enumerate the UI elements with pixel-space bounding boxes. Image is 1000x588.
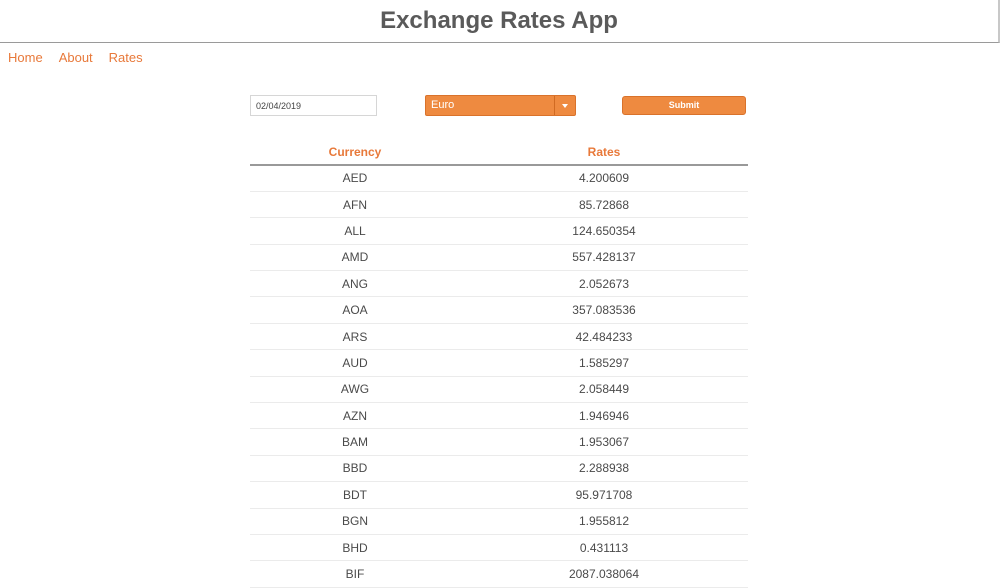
page: Exchange Rates App Home About Rates Euro… — [0, 0, 1000, 588]
table-row: BGN 1.955812 — [250, 508, 748, 535]
rate-cell: 124.650354 — [460, 217, 748, 245]
rate-cell: 1.946946 — [460, 402, 748, 430]
rate-cell: 95.971708 — [460, 481, 748, 509]
table-row: BHD 0.431113 — [250, 534, 748, 562]
currency-cell: AWG — [250, 376, 460, 404]
chevron-down-icon — [562, 103, 568, 108]
currency-select[interactable]: Euro — [425, 95, 576, 116]
currency-select-value: Euro — [431, 99, 455, 111]
currency-cell: BIF — [250, 560, 460, 588]
rate-cell: 1.585297 — [460, 349, 748, 377]
rate-cell: 4.200609 — [460, 165, 748, 192]
rate-cell: 0.431113 — [460, 534, 748, 562]
main-nav: Home About Rates — [8, 50, 159, 65]
rate-cell: 2.288938 — [460, 455, 748, 483]
nav-link-about[interactable]: About — [59, 50, 93, 65]
table-header-row: Currency Rates — [250, 139, 748, 166]
table-row: AWG 2.058449 — [250, 376, 748, 404]
currency-cell: AUD — [250, 349, 460, 377]
currency-cell: ARS — [250, 323, 460, 351]
table-row: AED 4.200609 — [250, 165, 748, 192]
nav-link-rates[interactable]: Rates — [109, 50, 143, 65]
rate-cell: 357.083536 — [460, 296, 748, 324]
nav-link-home[interactable]: Home — [8, 50, 43, 65]
table-row: BDT 95.971708 — [250, 481, 748, 509]
app-header: Exchange Rates App — [0, 0, 1000, 43]
rate-cell: 85.72868 — [460, 191, 748, 219]
rate-cell: 1.955812 — [460, 508, 748, 535]
column-header-rates: Rates — [460, 139, 748, 166]
table-row: AZN 1.946946 — [250, 402, 748, 430]
table-row: AOA 357.083536 — [250, 296, 748, 324]
table-row: AFN 85.72868 — [250, 191, 748, 219]
rate-cell: 1.953067 — [460, 428, 748, 456]
currency-cell: BGN — [250, 508, 460, 535]
rate-cell: 2.052673 — [460, 270, 748, 298]
rates-table: Currency Rates AED 4.200609 AFN 85.72868… — [250, 139, 748, 588]
date-input[interactable] — [250, 95, 377, 116]
dropdown-toggle[interactable] — [554, 96, 575, 115]
table-row: AMD 557.428137 — [250, 244, 748, 272]
table-row: ANG 2.052673 — [250, 270, 748, 298]
currency-cell: BHD — [250, 534, 460, 562]
rate-cell: 42.484233 — [460, 323, 748, 351]
currency-cell: AMD — [250, 244, 460, 272]
currency-cell: ALL — [250, 217, 460, 245]
currency-cell: AFN — [250, 191, 460, 219]
table-row: BIF 2087.038064 — [250, 560, 748, 588]
currency-cell: BDT — [250, 481, 460, 509]
currency-cell: BAM — [250, 428, 460, 456]
table-row: ARS 42.484233 — [250, 323, 748, 351]
column-header-currency: Currency — [250, 139, 460, 166]
table-row: BAM 1.953067 — [250, 428, 748, 456]
currency-cell: ANG — [250, 270, 460, 298]
submit-button[interactable]: Submit — [622, 96, 746, 115]
app-title: Exchange Rates App — [380, 7, 618, 34]
table-row: ALL 124.650354 — [250, 217, 748, 245]
currency-cell: AZN — [250, 402, 460, 430]
currency-cell: BBD — [250, 455, 460, 483]
currency-cell: AOA — [250, 296, 460, 324]
rate-cell: 557.428137 — [460, 244, 748, 272]
currency-cell: AED — [250, 165, 460, 192]
rate-cell: 2087.038064 — [460, 560, 748, 588]
rate-cell: 2.058449 — [460, 376, 748, 404]
table-row: BBD 2.288938 — [250, 455, 748, 483]
table-row: AUD 1.585297 — [250, 349, 748, 377]
